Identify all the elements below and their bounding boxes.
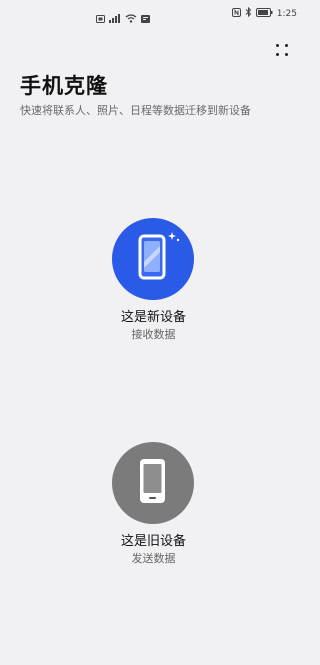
status-time: 1:25	[276, 8, 297, 19]
status-left	[96, 8, 150, 27]
wifi-icon	[125, 8, 137, 27]
new-device-button[interactable]	[112, 218, 194, 300]
old-device-desc: 发送数据	[131, 552, 176, 565]
battery-icon	[255, 7, 273, 20]
old-device-option[interactable]: 这是旧设备 发送数据	[0, 442, 307, 582]
signal-icon	[109, 8, 121, 27]
sim-icon	[96, 8, 105, 27]
status-bar: 1:25	[0, 0, 307, 28]
old-device-button[interactable]	[112, 442, 194, 524]
page-title: 手机克隆	[20, 74, 108, 98]
page-subtitle: 快速将联系人、照片、日程等数据迁移到新设备	[20, 104, 251, 117]
notification-icon	[141, 8, 150, 27]
old-device-title: 这是旧设备	[120, 534, 186, 549]
bluetooth-icon	[245, 6, 252, 20]
nfc-icon	[231, 7, 241, 20]
new-device-desc: 接收数据	[131, 328, 176, 341]
old-phone-icon	[112, 442, 194, 528]
new-device-option[interactable]: 这是新设备 接收数据	[0, 218, 307, 358]
new-device-title: 这是新设备	[120, 310, 186, 325]
status-right: 1:25	[231, 6, 297, 20]
new-phone-icon	[112, 218, 194, 304]
more-dots-icon[interactable]	[270, 38, 294, 62]
